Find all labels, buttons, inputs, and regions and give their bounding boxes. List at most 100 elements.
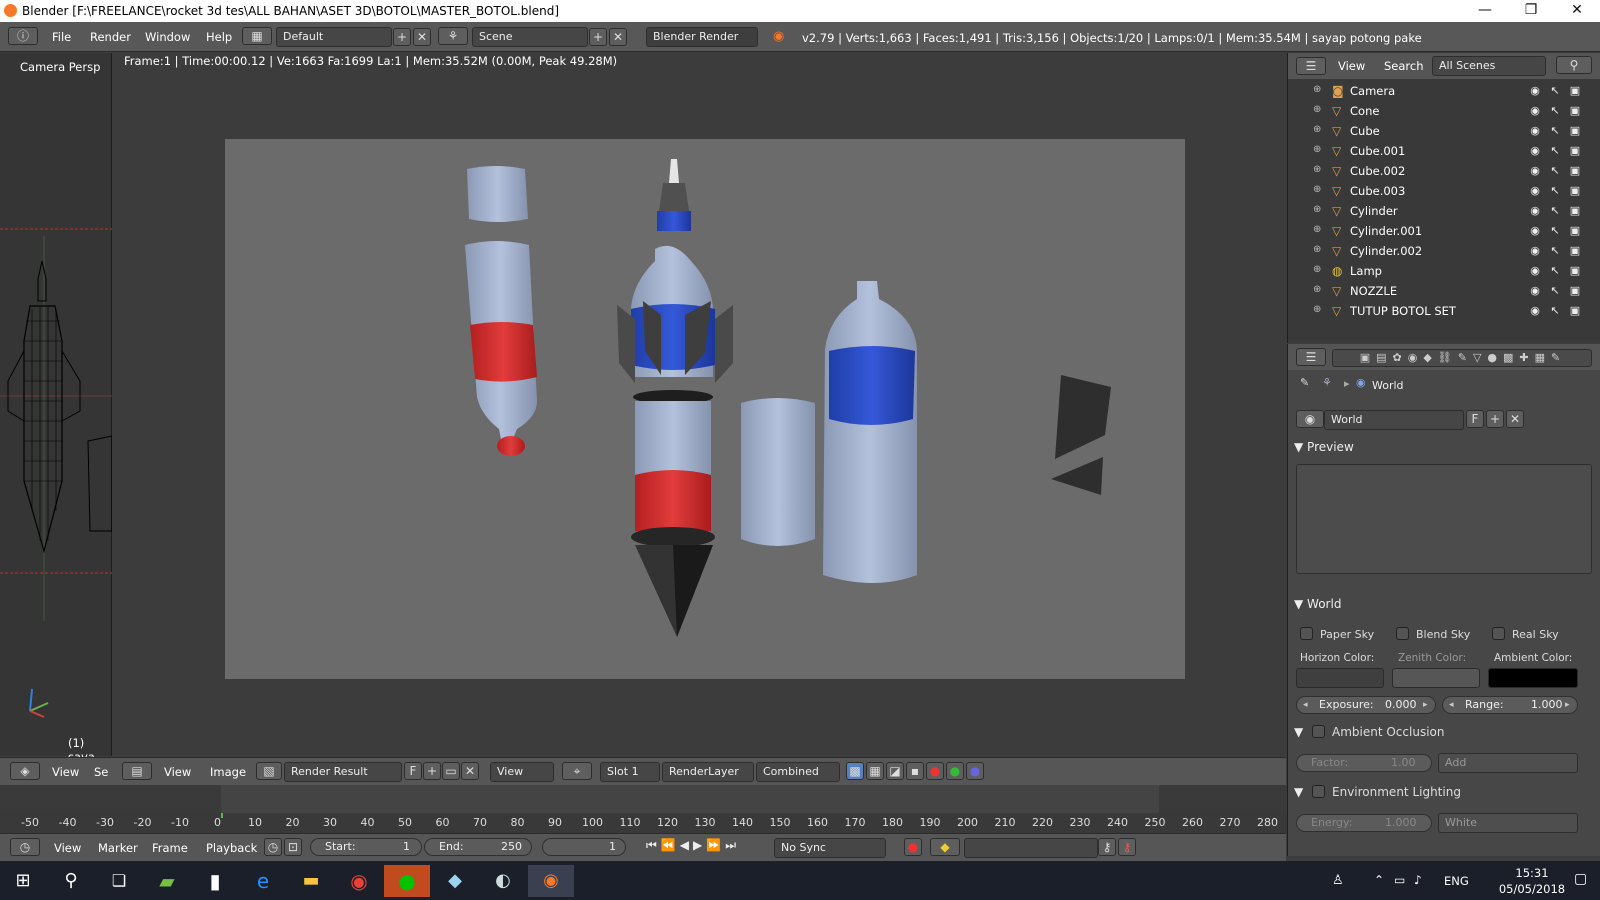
viewport-editor-icon[interactable]: ◈ bbox=[10, 762, 40, 780]
search-icon[interactable]: ⚲ bbox=[1556, 56, 1592, 74]
outliner-item[interactable]: ⊕ ▽ Cube.002 ◉ ↖ ▣ bbox=[1288, 161, 1600, 181]
visibility-eye-icon[interactable]: ◉ bbox=[1528, 84, 1542, 98]
menu-window[interactable]: Window bbox=[145, 30, 190, 44]
layout-field[interactable]: Default bbox=[276, 27, 392, 47]
outliner-item[interactable]: ⊕ ▽ Cube ◉ ↖ ▣ bbox=[1288, 121, 1600, 141]
timeline-menu-view[interactable]: View bbox=[54, 841, 81, 855]
expand-icon[interactable]: ⊕ bbox=[1313, 245, 1323, 255]
selectable-arrow-icon[interactable]: ↖ bbox=[1548, 124, 1562, 138]
new-image-button[interactable]: + bbox=[423, 762, 441, 780]
alpha-channel-icon[interactable]: ▦ bbox=[866, 762, 884, 780]
env-color-select[interactable]: White bbox=[1438, 813, 1578, 833]
jump-start-icon[interactable]: ⏮ bbox=[646, 838, 661, 852]
blender-taskbar-icon[interactable]: ◉ bbox=[528, 865, 574, 897]
timeline-editor-icon[interactable]: ◷ bbox=[10, 838, 40, 856]
outliner-menu-view[interactable]: View bbox=[1338, 59, 1365, 73]
notifications-icon[interactable]: ▢ bbox=[1574, 871, 1587, 887]
expand-icon[interactable]: ⊕ bbox=[1313, 85, 1323, 95]
world-datablock-field[interactable]: World bbox=[1324, 410, 1464, 430]
selectable-arrow-icon[interactable]: ↖ bbox=[1548, 244, 1562, 258]
preview-range-icon[interactable]: ◷ bbox=[264, 838, 282, 856]
delete-keyframe-icon[interactable]: ⚷ bbox=[1118, 838, 1136, 856]
volume-icon[interactable]: ♪ bbox=[1414, 873, 1422, 887]
add-scene-button[interactable]: + bbox=[589, 28, 607, 46]
menu-render[interactable]: Render bbox=[90, 30, 131, 44]
expand-icon[interactable]: ⊕ bbox=[1313, 105, 1323, 115]
slot-select[interactable]: Slot 1 bbox=[600, 762, 660, 782]
menu-file[interactable]: File bbox=[52, 30, 71, 44]
record-icon[interactable]: ● bbox=[904, 838, 922, 856]
left-3d-viewport[interactable]: Camera Persp (1) saya bbox=[0, 53, 112, 764]
outliner-item[interactable]: ⊕ ▽ NOZZLE ◉ ↖ ▣ bbox=[1288, 281, 1600, 301]
draw-alpha-icon[interactable]: ▪ bbox=[906, 762, 924, 780]
scene-field[interactable]: Scene bbox=[472, 27, 588, 47]
visibility-eye-icon[interactable]: ◉ bbox=[1528, 284, 1542, 298]
visibility-eye-icon[interactable]: ◉ bbox=[1528, 124, 1542, 138]
visibility-eye-icon[interactable]: ◉ bbox=[1528, 264, 1542, 278]
render-camera-icon[interactable]: ▣ bbox=[1568, 304, 1582, 318]
outliner-item[interactable]: ⊕ ▽ Cone ◉ ↖ ▣ bbox=[1288, 101, 1600, 121]
render-camera-icon[interactable]: ▣ bbox=[1568, 164, 1582, 178]
image-browse-button[interactable]: ▧ bbox=[256, 762, 282, 780]
outliner-item[interactable]: ⊕ ◙ Camera ◉ ↖ ▣ bbox=[1288, 81, 1600, 101]
selectable-arrow-icon[interactable]: ↖ bbox=[1548, 164, 1562, 178]
render-camera-icon[interactable]: ▣ bbox=[1568, 224, 1582, 238]
start-icon[interactable]: ⊞ bbox=[0, 865, 46, 897]
editor-type-info-icon[interactable]: ⓘ bbox=[8, 27, 38, 45]
language-indicator[interactable]: ENG bbox=[1444, 874, 1469, 888]
world-browse-button[interactable]: ◉ bbox=[1296, 410, 1324, 428]
insert-keyframe-icon[interactable]: ⚷ bbox=[1098, 838, 1116, 856]
zenith-color-swatch[interactable] bbox=[1392, 668, 1480, 688]
range-field[interactable]: ◂ Range: 1.000 ▸ bbox=[1442, 696, 1578, 714]
jump-end-icon[interactable]: ⏭ bbox=[725, 838, 740, 852]
expand-icon[interactable]: ⊕ bbox=[1313, 205, 1323, 215]
menu-image[interactable]: Image bbox=[210, 765, 246, 779]
ambient-color-swatch[interactable] bbox=[1488, 668, 1578, 688]
selectable-arrow-icon[interactable]: ↖ bbox=[1548, 304, 1562, 318]
people-icon[interactable]: ♙ bbox=[1332, 873, 1344, 888]
increment-arrow-icon[interactable]: ▸ bbox=[1423, 697, 1428, 713]
timeline-menu-frame[interactable]: Frame bbox=[152, 841, 188, 855]
visibility-eye-icon[interactable]: ◉ bbox=[1528, 104, 1542, 118]
blend-sky-checkbox[interactable] bbox=[1396, 627, 1409, 640]
render-camera-icon[interactable]: ▣ bbox=[1568, 284, 1582, 298]
outliner-item[interactable]: ⊕ ▽ Cylinder ◉ ↖ ▣ bbox=[1288, 201, 1600, 221]
render-camera-icon[interactable]: ▣ bbox=[1568, 104, 1582, 118]
outliner-item[interactable]: ⊕ ▽ TUTUP BOTOL SET ◉ ↖ ▣ bbox=[1288, 301, 1600, 321]
active-keying-set-field[interactable] bbox=[964, 838, 1098, 858]
file-explorer-icon[interactable]: ▬ bbox=[288, 865, 334, 897]
green-channel-icon[interactable]: ● bbox=[946, 762, 964, 780]
outliner-item[interactable]: ⊕ ▽ Cube.003 ◉ ↖ ▣ bbox=[1288, 181, 1600, 201]
delete-layout-button[interactable]: ✕ bbox=[413, 28, 431, 46]
selectable-arrow-icon[interactable]: ↖ bbox=[1548, 84, 1562, 98]
sync-mode-select[interactable]: No Sync bbox=[774, 838, 886, 858]
selectable-arrow-icon[interactable]: ↖ bbox=[1548, 204, 1562, 218]
image-editor-icon[interactable]: ▤ bbox=[122, 762, 152, 780]
unlink-world-button[interactable]: ✕ bbox=[1506, 410, 1524, 428]
env-energy-field[interactable]: Energy: 1.000 bbox=[1296, 814, 1432, 832]
render-pass-select[interactable]: Combined bbox=[756, 762, 840, 782]
expand-icon[interactable]: ⊕ bbox=[1313, 145, 1323, 155]
outliner-item[interactable]: ⊕ ▽ Cylinder.001 ◉ ↖ ▣ bbox=[1288, 221, 1600, 241]
horizon-color-swatch[interactable] bbox=[1296, 668, 1384, 688]
decrement-arrow-icon[interactable]: ◂ bbox=[1303, 697, 1308, 713]
render-layer-select[interactable]: RenderLayer bbox=[662, 762, 754, 782]
world-panel-header[interactable]: ▼ World bbox=[1294, 597, 1341, 611]
visibility-eye-icon[interactable]: ◉ bbox=[1528, 224, 1542, 238]
blue-channel-icon[interactable]: ● bbox=[966, 762, 984, 780]
increment-arrow-icon[interactable]: ▸ bbox=[1565, 697, 1570, 713]
line-app-icon[interactable]: ● bbox=[384, 865, 430, 897]
decrement-arrow-icon[interactable]: ◂ bbox=[1449, 697, 1454, 713]
visibility-eye-icon[interactable]: ◉ bbox=[1528, 164, 1542, 178]
preview-panel-header[interactable]: ▼ Preview bbox=[1294, 440, 1354, 454]
selectable-arrow-icon[interactable]: ↖ bbox=[1548, 104, 1562, 118]
play-icon[interactable]: ▶ bbox=[693, 838, 706, 852]
playback-controls[interactable]: ⏮⏪◀▶⏩⏭ bbox=[646, 838, 766, 858]
env-lighting-checkbox[interactable] bbox=[1312, 785, 1325, 798]
draw-channels-icon[interactable]: ▩ bbox=[846, 762, 864, 780]
timeline[interactable]: -50 -40 -30 -20 -10 0 10 20 30 40 50 60 70 80 90 100 110… bbox=[0, 785, 1286, 833]
view-mode-select[interactable]: View bbox=[490, 762, 554, 782]
selectable-arrow-icon[interactable]: ↖ bbox=[1548, 224, 1562, 238]
next-key-icon[interactable]: ⏩ bbox=[706, 838, 725, 852]
display-mode-select[interactable]: All Scenes bbox=[1432, 56, 1546, 76]
